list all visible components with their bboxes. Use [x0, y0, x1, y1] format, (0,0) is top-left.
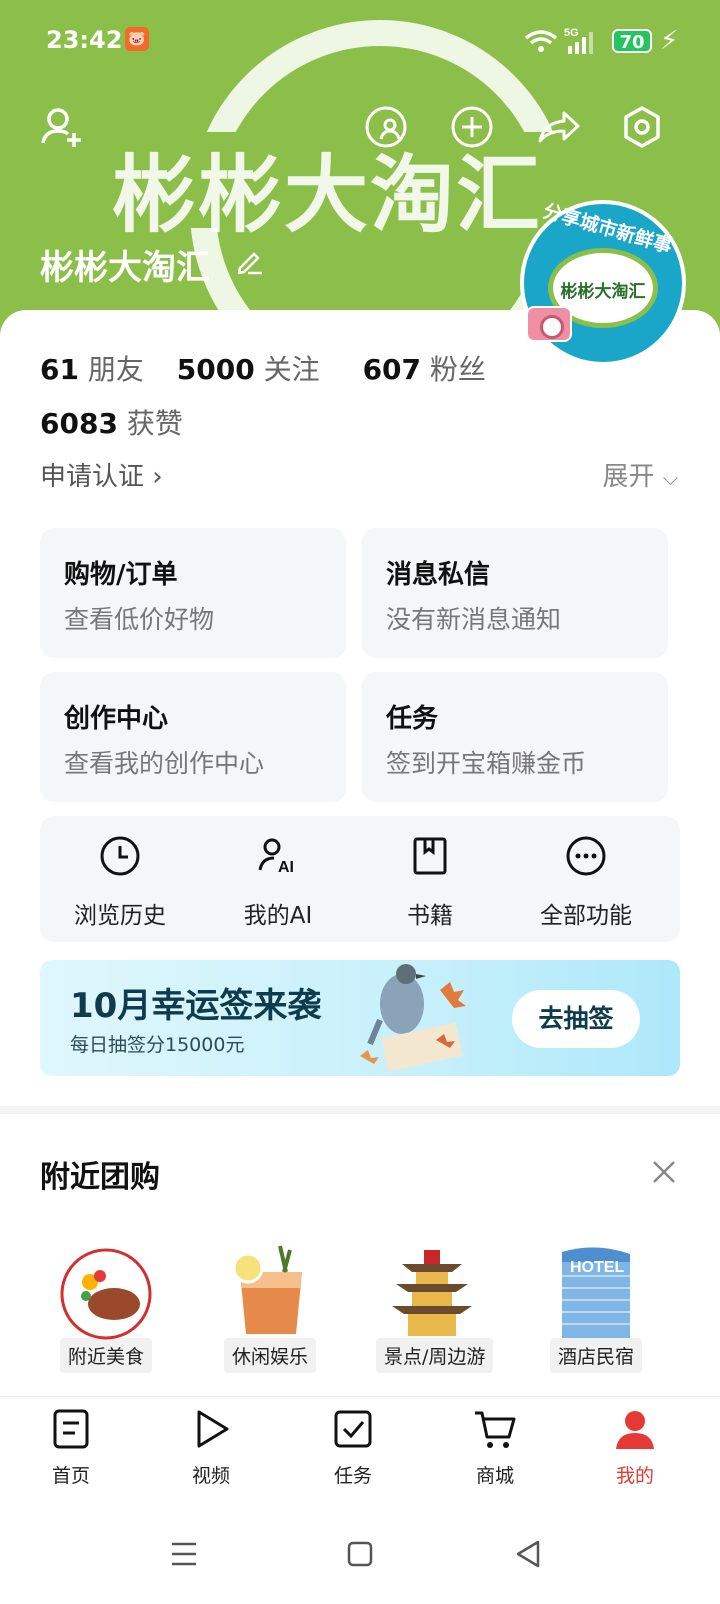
card-messages[interactable]: 消息私信 没有新消息通知	[362, 528, 668, 658]
nav-video[interactable]: 视频	[156, 1407, 266, 1488]
nav-label: 商城	[475, 1465, 514, 1487]
tool-label: 全部功能	[540, 903, 632, 929]
tool-books[interactable]: 书籍	[350, 834, 510, 930]
quick-tools: 浏览历史 AI 我的AI 书籍 全部功能	[40, 816, 680, 942]
edit-name-icon[interactable]	[234, 246, 264, 276]
category-scenic[interactable]: 景点/周边游	[376, 1242, 494, 1373]
likes-label: 获赞	[126, 407, 183, 440]
category-hotel[interactable]: HOTEL 酒店民宿	[540, 1242, 652, 1373]
following-label[interactable]: 关注	[264, 353, 320, 386]
card-title: 购物/订单	[64, 560, 178, 590]
cocktail-icon	[220, 1242, 320, 1342]
more-icon	[566, 836, 606, 876]
camera-sticker-icon	[526, 306, 572, 342]
card-subtitle: 没有新消息通知	[386, 605, 562, 634]
share-icon[interactable]	[534, 103, 582, 151]
following-count[interactable]: 5000	[177, 353, 255, 386]
tool-label: 我的AI	[243, 903, 313, 929]
add-friend-icon[interactable]	[38, 103, 86, 151]
badge-name: 彬彬大淘汇	[560, 282, 646, 302]
category-label: 附近美食	[59, 1338, 152, 1373]
lucky-draw-banner[interactable]: 10月幸运签来袭 每日抽签分15000元 去抽签	[40, 960, 680, 1076]
card-title: 消息私信	[386, 560, 491, 590]
tool-label: 浏览历史	[74, 903, 166, 929]
visitors-icon[interactable]	[362, 103, 410, 151]
tool-all-features[interactable]: 全部功能	[506, 834, 666, 930]
card-tasks[interactable]: 任务 签到开宝箱赚金币	[362, 672, 668, 802]
nav-label: 任务	[333, 1465, 372, 1487]
nav-tasks[interactable]: 任务	[298, 1407, 408, 1488]
card-title: 任务	[386, 704, 439, 734]
profile-username: 彬彬大淘汇	[40, 248, 210, 288]
recent-apps-icon[interactable]	[164, 1534, 204, 1574]
city-share-badge[interactable]: 分享城市新鲜事 彬彬大淘汇	[520, 200, 686, 366]
expand-toggle[interactable]: 展开 ⌵	[603, 456, 678, 493]
svg-text:AI: AI	[278, 859, 294, 876]
ai-person-icon: AI	[258, 838, 294, 876]
hotel-building-icon: HOTEL	[546, 1242, 646, 1342]
chevron-right-icon: ›	[152, 462, 163, 492]
back-button-icon[interactable]	[508, 1534, 548, 1574]
banner-subtitle: 每日抽签分15000元	[70, 1034, 245, 1056]
card-subtitle: 查看低价好物	[64, 605, 215, 634]
friends-label[interactable]: 朋友	[88, 353, 144, 386]
tool-history[interactable]: 浏览历史	[40, 834, 200, 930]
likes-row: 6083 获赞	[40, 402, 183, 442]
apply-verification-link[interactable]: 申请认证 ›	[40, 456, 163, 493]
card-subtitle: 签到开宝箱赚金币	[386, 749, 587, 778]
network-type-label: 5G	[564, 27, 579, 39]
play-icon	[197, 1410, 229, 1448]
category-food[interactable]: 附近美食	[50, 1242, 162, 1373]
card-creator-center[interactable]: 创作中心 查看我的创作中心	[40, 672, 346, 802]
hotel-sign-text: HOTEL	[570, 1259, 624, 1276]
home-icon	[53, 1409, 89, 1449]
app-notification-icon: 🐷	[125, 27, 149, 51]
tool-label: 书籍	[407, 903, 453, 929]
task-check-icon	[334, 1410, 372, 1448]
fans-count[interactable]: 607	[363, 353, 421, 386]
chevron-down-icon: ⌵	[662, 466, 678, 490]
pagoda-icon	[382, 1242, 482, 1342]
likes-count: 6083	[40, 407, 118, 440]
status-time: 23:42	[46, 26, 123, 54]
nav-label: 我的	[615, 1465, 654, 1487]
charging-icon: ⚡	[660, 26, 679, 56]
card-shopping-orders[interactable]: 购物/订单 查看低价好物	[40, 528, 346, 658]
nav-label: 首页	[51, 1465, 90, 1487]
nav-label: 视频	[191, 1465, 230, 1487]
stats-row: 61 朋友 5000 关注 607 粉丝	[40, 348, 510, 388]
settings-icon[interactable]	[618, 103, 666, 151]
clock-icon	[100, 836, 140, 876]
nav-home[interactable]: 首页	[16, 1407, 126, 1488]
book-icon	[413, 837, 447, 875]
nav-mall[interactable]: 商城	[440, 1407, 550, 1488]
card-subtitle: 查看我的创作中心	[64, 749, 265, 778]
status-bar: 23:42 🐷 5G 70 ⚡	[0, 0, 720, 80]
card-title: 创作中心	[64, 704, 169, 734]
system-navigation-bar	[0, 1506, 720, 1604]
friends-count[interactable]: 61	[40, 353, 79, 386]
category-label: 酒店民宿	[549, 1338, 642, 1373]
close-icon[interactable]	[650, 1158, 678, 1186]
profile-icon	[616, 1411, 654, 1449]
bird-illustration-icon	[360, 964, 466, 1072]
verify-label: 申请认证	[40, 462, 145, 492]
category-label: 景点/周边游	[376, 1338, 494, 1373]
battery-indicator: 70	[612, 29, 652, 53]
draw-lot-button[interactable]: 去抽签	[512, 990, 640, 1048]
food-plate-icon	[56, 1242, 156, 1342]
fans-label[interactable]: 粉丝	[430, 353, 486, 386]
category-label: 休闲娱乐	[223, 1338, 316, 1373]
cart-icon	[475, 1411, 516, 1448]
tool-my-ai[interactable]: AI 我的AI	[198, 834, 358, 930]
nearby-deals-title: 附近团购	[40, 1160, 160, 1195]
banner-title: 10月幸运签来袭	[70, 986, 322, 1026]
bottom-navigation: 首页 视频 任务 商城 我的	[0, 1396, 720, 1506]
home-button-icon[interactable]	[340, 1534, 380, 1574]
section-divider	[0, 1106, 720, 1114]
nav-me[interactable]: 我的	[580, 1407, 690, 1488]
expand-label: 展开	[602, 462, 655, 492]
category-leisure[interactable]: 休闲娱乐	[214, 1242, 326, 1373]
create-plus-icon[interactable]	[448, 103, 496, 151]
